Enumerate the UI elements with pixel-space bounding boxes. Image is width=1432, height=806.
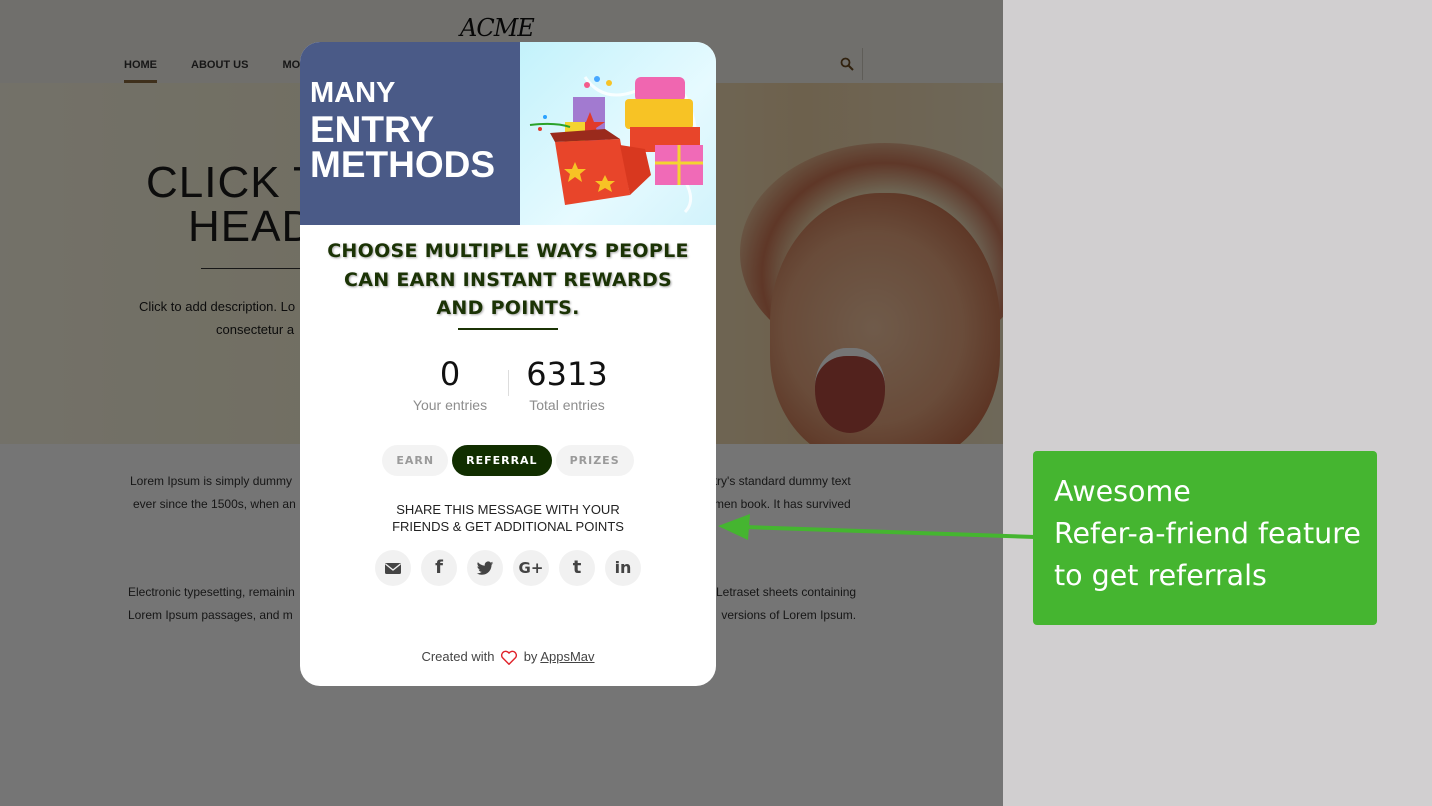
callout-line2: Refer-a-friend feature: [1054, 517, 1361, 550]
linkedin-icon: in: [614, 558, 632, 577]
gift-boxes-icon: [529, 76, 703, 214]
total-entries-label: Total entries: [529, 397, 605, 413]
share-message: SHARE THIS MESSAGE WITH YOUR FRIENDS & G…: [300, 502, 716, 535]
banner: MANY ENTRY METHODS: [300, 42, 716, 225]
tab-earn[interactable]: EARN: [382, 445, 449, 476]
banner-line1: MANY: [310, 77, 396, 109]
headline-line3: AND POINTS.: [436, 297, 580, 319]
callout-arrow-icon: [718, 514, 1036, 540]
share-twitter-button[interactable]: [467, 550, 503, 586]
share-message-line2: FRIENDS & GET ADDITIONAL POINTS: [392, 518, 624, 534]
banner-line2: ENTRY: [310, 108, 435, 150]
banner-line3: METHODS: [310, 143, 495, 185]
your-entries-label: Your entries: [412, 397, 488, 413]
share-email-button[interactable]: [375, 550, 411, 586]
your-entries-value: 0: [439, 355, 461, 393]
callout-line3: to get referrals: [1054, 559, 1267, 592]
total-entries-stat: 6313 Total entries: [522, 354, 612, 413]
email-icon: [385, 563, 401, 574]
annotation-callout: Awesome Refer-a-friend feature to get re…: [1033, 451, 1377, 625]
heart-icon: [501, 650, 518, 665]
appsmav-link[interactable]: AppsMav: [540, 649, 594, 664]
share-message-line1: SHARE THIS MESSAGE WITH YOUR: [396, 502, 620, 517]
banner-title: MANY ENTRY METHODS: [310, 77, 495, 185]
share-facebook-button[interactable]: f: [421, 550, 457, 586]
google-plus-icon: G+: [518, 558, 544, 577]
credit-prefix: Created with: [421, 649, 495, 664]
headline-line2: CAN EARN INSTANT REWARDS: [343, 268, 673, 291]
total-entries-value: 6313: [526, 355, 608, 393]
headline-divider: [458, 328, 558, 330]
share-buttons: f G+ t in: [375, 550, 641, 586]
share-google-plus-button[interactable]: G+: [513, 550, 549, 586]
headline-line1: CHOOSE MULTIPLE WAYS PEOPLE: [327, 240, 689, 262]
your-entries-stat: 0 Your entries: [405, 354, 495, 413]
share-tumblr-button[interactable]: t: [559, 550, 595, 586]
share-linkedin-button[interactable]: in: [605, 550, 641, 586]
tumblr-icon: t: [572, 557, 582, 578]
credit-footer: Created with by AppsMav: [300, 649, 716, 666]
callout-line1: Awesome: [1054, 475, 1191, 508]
twitter-icon: [476, 561, 494, 575]
tab-referral[interactable]: REFERRAL: [452, 445, 552, 476]
credit-by: by: [523, 649, 538, 664]
tab-prizes[interactable]: PRIZES: [555, 445, 634, 476]
modal-headline: CHOOSE MULTIPLE WAYS PEOPLE CAN EARN INS…: [300, 237, 716, 323]
facebook-icon: f: [435, 557, 443, 578]
stats-divider: [508, 370, 509, 396]
contest-modal: MANY ENTRY METHODS CHOOSE MULTIPLE WAYS …: [300, 42, 716, 686]
entry-tabs: EARN REFERRAL PRIZES: [300, 445, 716, 476]
